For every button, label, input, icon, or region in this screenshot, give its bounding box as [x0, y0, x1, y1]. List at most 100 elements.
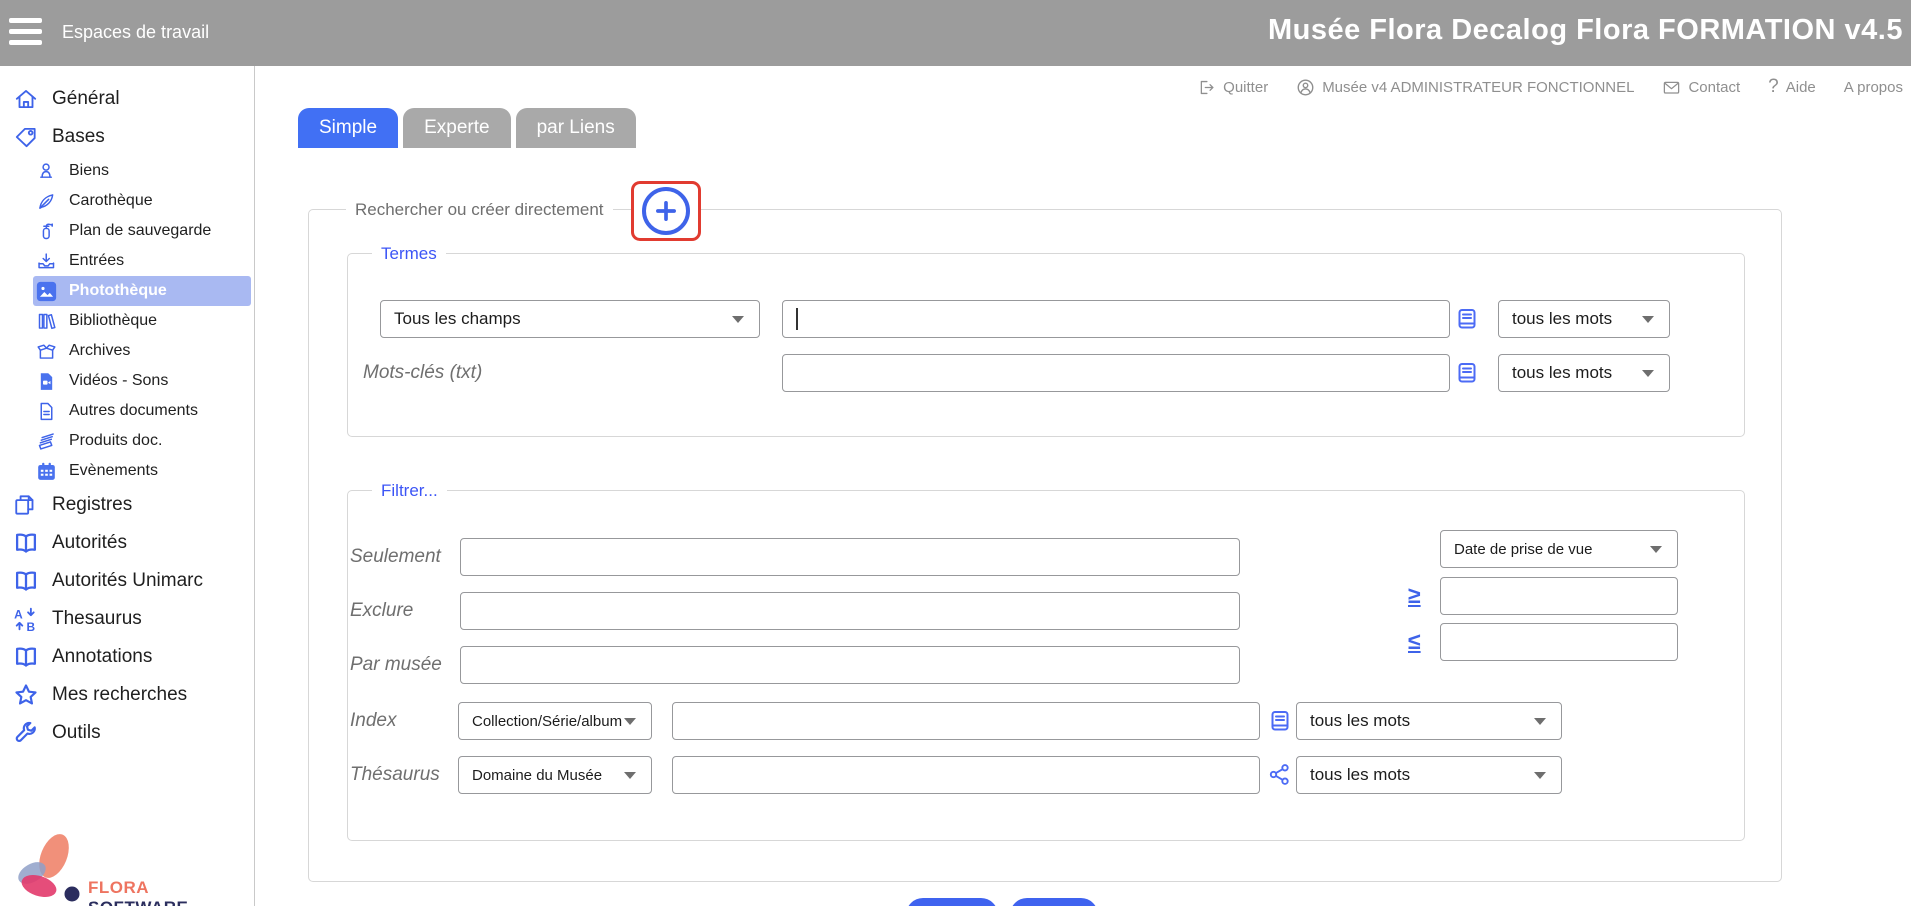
sidebar-item-evenements[interactable]: Evènements: [0, 456, 254, 486]
open-book-icon: [13, 568, 39, 594]
copies-icon: [13, 492, 39, 518]
wrench-icon: [13, 720, 39, 746]
keywords-input[interactable]: [782, 354, 1450, 392]
tag-icon: [13, 124, 39, 150]
sidebar-item-archives[interactable]: Archives: [0, 336, 254, 366]
image-icon: [36, 281, 57, 302]
stacked-papers-icon: [36, 431, 57, 452]
home-icon: [13, 86, 39, 112]
filtrer-legend: Filtrer...: [372, 481, 447, 501]
sidebar-item-biens[interactable]: Biens: [0, 156, 254, 186]
top-bar: Espaces de travail Musée Flora Decalog F…: [0, 0, 1911, 66]
date-to-input[interactable]: [1440, 623, 1678, 661]
index-select[interactable]: Collection/Série/album: [458, 702, 652, 740]
bottom-action-button-1[interactable]: [906, 898, 998, 906]
hamburger-menu-icon[interactable]: [9, 18, 43, 48]
workspace-label[interactable]: Espaces de travail: [62, 22, 209, 43]
sidebar-item-thesaurus[interactable]: AB Thesaurus: [0, 600, 254, 638]
calendar-icon: [36, 461, 57, 482]
termes-legend: Termes: [372, 244, 446, 264]
bust-icon: [36, 161, 57, 182]
match-mode-select-1[interactable]: tous les mots: [1498, 300, 1670, 338]
flora-flower-icon: [8, 828, 86, 906]
seulement-label: Seulement: [350, 546, 441, 568]
exclure-input[interactable]: [460, 592, 1240, 630]
tab-simple[interactable]: Simple: [298, 108, 398, 148]
sidebar-item-mes-recherches[interactable]: Mes recherches: [0, 676, 254, 714]
sidebar-item-autorites[interactable]: Autorités: [0, 524, 254, 562]
search-term-input[interactable]: [782, 300, 1450, 338]
sidebar-item-videos-sons[interactable]: Vidéos - Sons: [0, 366, 254, 396]
sidebar: Général Bases Biens Carothèque Plan de s…: [0, 66, 255, 906]
thesaurus-select[interactable]: Domaine du Musée: [458, 756, 652, 794]
library-books-icon: [36, 311, 57, 332]
bottom-action-button-2[interactable]: [1010, 898, 1098, 906]
index-lookup-book-icon[interactable]: [1455, 307, 1479, 331]
flora-software-logo: FLORA SOFTWARE Bibliothèques | Archives …: [8, 828, 250, 906]
utility-bar: Quitter Musée v4 ADMINISTRATEUR FONCTION…: [1197, 76, 1903, 98]
user-account[interactable]: Musée v4 ADMINISTRATEUR FONCTIONNEL: [1296, 78, 1634, 97]
inbox-download-icon: [36, 251, 57, 272]
text-cursor: [796, 308, 798, 330]
app-window: Espaces de travail Musée Flora Decalog F…: [0, 0, 1911, 906]
question-mark-icon: ?: [1768, 76, 1779, 98]
sidebar-item-autorites-unimarc[interactable]: Autorités Unimarc: [0, 562, 254, 600]
sidebar-item-autres-documents[interactable]: Autres documents: [0, 396, 254, 426]
envelope-icon: [1662, 78, 1681, 97]
svg-text:B: B: [27, 620, 36, 632]
tab-par-liens[interactable]: par Liens: [516, 108, 636, 148]
sidebar-item-general[interactable]: Général: [0, 80, 254, 118]
document-icon: [36, 401, 57, 422]
sidebar-item-annotations[interactable]: Annotations: [0, 638, 254, 676]
sidebar-item-bibliotheque[interactable]: Bibliothèque: [0, 306, 254, 336]
create-record-button[interactable]: [642, 187, 690, 235]
tab-experte[interactable]: Experte: [403, 108, 510, 148]
annotation-highlight-box: [631, 181, 701, 241]
index-lookup-book-icon[interactable]: [1268, 709, 1292, 733]
match-mode-select-2[interactable]: tous les mots: [1498, 354, 1670, 392]
logo-wordmark: FLORA SOFTWARE: [88, 878, 250, 906]
date-from-input[interactable]: [1440, 577, 1678, 615]
thesaurus-value-input[interactable]: [672, 756, 1260, 794]
sidebar-item-phototheque[interactable]: Photothèque: [33, 276, 251, 306]
index-lookup-book-icon[interactable]: [1455, 361, 1479, 385]
seulement-input[interactable]: [460, 538, 1240, 576]
contact-link[interactable]: Contact: [1662, 78, 1740, 97]
greater-equal-icon: ≥: [1408, 582, 1421, 609]
sidebar-item-plan-de-sauvegarde[interactable]: Plan de sauvegarde: [0, 216, 254, 246]
feather-icon: [36, 191, 57, 212]
extinguisher-icon: [36, 221, 57, 242]
video-file-icon: [36, 371, 57, 392]
open-book-icon: [13, 644, 39, 670]
index-value-input[interactable]: [672, 702, 1260, 740]
app-title: Musée Flora Decalog Flora FORMATION v4.5: [1268, 14, 1903, 47]
index-match-select[interactable]: tous les mots: [1296, 702, 1562, 740]
exclure-label: Exclure: [350, 600, 413, 622]
date-field-select[interactable]: Date de prise de vue: [1440, 530, 1678, 568]
par-musee-label: Par musée: [350, 654, 442, 676]
open-box-icon: [36, 341, 57, 362]
sidebar-item-produits-doc[interactable]: Produits doc.: [0, 426, 254, 456]
sidebar-item-carotheque[interactable]: Carothèque: [0, 186, 254, 216]
termes-fieldset: [347, 253, 1745, 437]
sort-alpha-icon: AB: [13, 606, 39, 632]
thesaurus-links-icon[interactable]: [1268, 763, 1292, 787]
sidebar-item-bases[interactable]: Bases: [0, 118, 254, 156]
sidebar-item-entrees[interactable]: Entrées: [0, 246, 254, 276]
aide-link[interactable]: ? Aide: [1768, 76, 1816, 98]
par-musee-input[interactable]: [460, 646, 1240, 684]
user-icon: [1296, 78, 1315, 97]
plus-icon: [653, 198, 679, 224]
quitter-link[interactable]: Quitter: [1197, 78, 1268, 97]
thesaurus-match-select[interactable]: tous les mots: [1296, 756, 1562, 794]
field-scope-select[interactable]: Tous les champs: [380, 300, 760, 338]
apropos-link[interactable]: A propos: [1844, 79, 1903, 96]
search-mode-tabs: Simple Experte par Liens: [298, 108, 636, 148]
open-book-icon: [13, 530, 39, 556]
less-equal-icon: ≤: [1408, 628, 1421, 655]
sidebar-item-registres[interactable]: Registres: [0, 486, 254, 524]
sidebar-item-outils[interactable]: Outils: [0, 714, 254, 752]
keywords-label: Mots-clés (txt): [363, 362, 482, 384]
star-icon: [13, 682, 39, 708]
index-label: Index: [350, 710, 396, 732]
